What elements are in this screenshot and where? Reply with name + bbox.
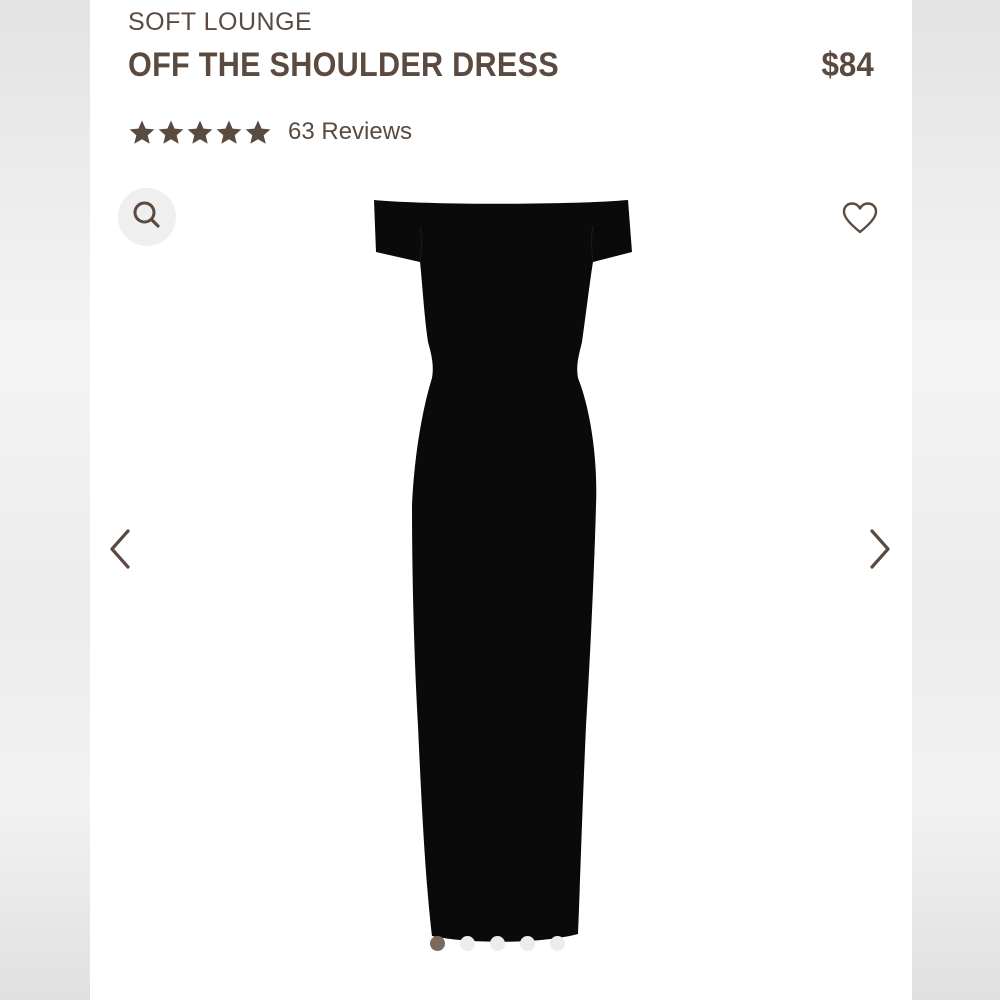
star-icon — [186, 119, 214, 146]
star-rating — [128, 119, 272, 146]
product-card: SOFT LOUNGE OFF THE SHOULDER DRESS $84 6… — [90, 0, 912, 1000]
star-icon — [244, 119, 272, 146]
zoom-search-button[interactable] — [118, 188, 176, 246]
heart-icon — [841, 201, 879, 240]
carousel-dot[interactable] — [430, 936, 445, 951]
star-icon — [128, 119, 156, 146]
product-title: OFF THE SHOULDER DRESS — [128, 46, 559, 84]
product-price: $84 — [821, 46, 874, 84]
rating-summary[interactable]: 63 Reviews — [128, 118, 412, 146]
carousel-pagination — [430, 936, 565, 951]
right-backdrop — [912, 0, 1000, 1000]
carousel-dot[interactable] — [460, 936, 475, 951]
next-image-button[interactable] — [860, 526, 900, 576]
brand-name: SOFT LOUNGE — [128, 8, 313, 36]
product-image-dress — [360, 196, 640, 948]
chevron-left-icon — [107, 528, 133, 575]
carousel-dot[interactable] — [550, 936, 565, 951]
search-icon — [130, 198, 164, 237]
reviews-count-link[interactable]: 63 Reviews — [288, 118, 412, 146]
wishlist-button[interactable] — [838, 198, 882, 242]
star-icon — [157, 119, 185, 146]
left-backdrop — [0, 0, 90, 1000]
carousel-dot[interactable] — [490, 936, 505, 951]
carousel-dot[interactable] — [520, 936, 535, 951]
previous-image-button[interactable] — [100, 526, 140, 576]
star-icon — [215, 119, 243, 146]
chevron-right-icon — [867, 528, 893, 575]
